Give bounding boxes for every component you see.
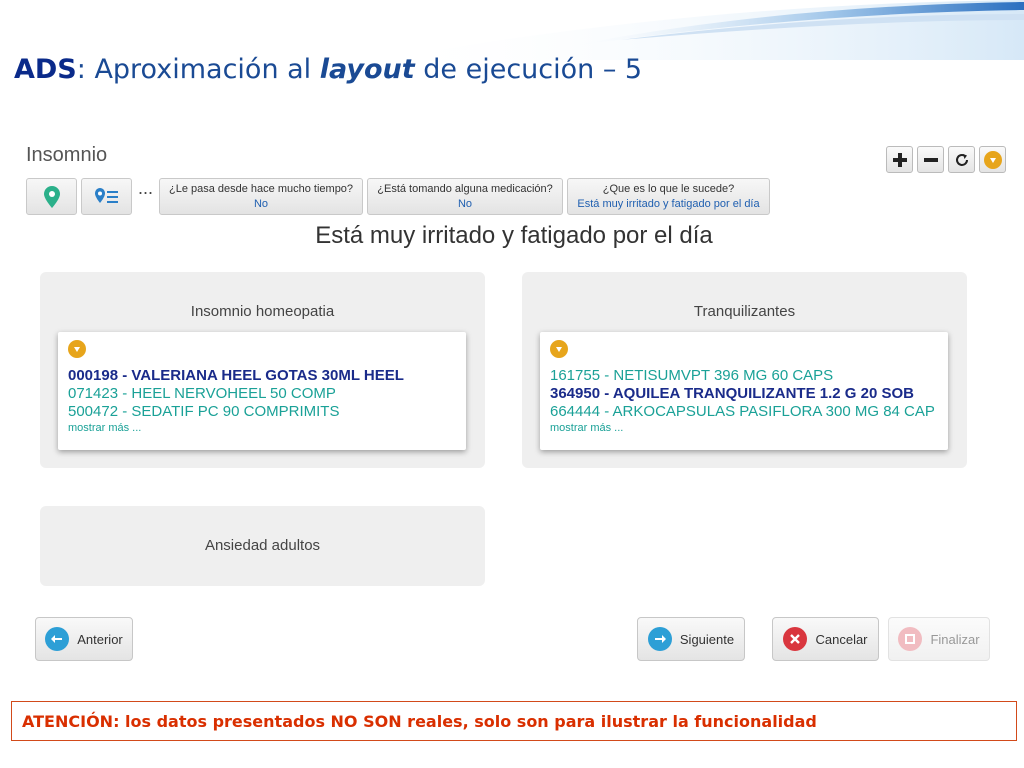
map-pin-list-icon	[94, 187, 118, 203]
product-item[interactable]: 161755 - NETISUMVPT 396 MG 60 CAPS	[550, 367, 938, 385]
previous-button[interactable]: Anterior	[35, 617, 133, 661]
toolbar	[886, 146, 1006, 173]
cancel-button-label: Cancelar	[815, 631, 868, 647]
breadcrumb-step-1[interactable]: ¿Le pasa desde hace mucho tiempo? No	[159, 178, 364, 215]
show-more-link[interactable]: mostrar más ...	[68, 421, 456, 435]
map-pin-icon	[43, 185, 60, 208]
breadcrumb-step-3[interactable]: ¿Que es lo que le sucede? Está muy irrit…	[567, 178, 771, 215]
arrow-left-icon	[45, 627, 70, 651]
breadcrumb-answer: Está muy irritado y fatigado por el día	[577, 197, 760, 210]
breadcrumb-answer: No	[457, 197, 473, 210]
refresh-button[interactable]	[948, 146, 975, 173]
refresh-icon	[955, 153, 968, 166]
card-tranquilizantes[interactable]: Tranquilizantes 161755 - NETISUMVPT 396 …	[522, 272, 967, 468]
current-answer-heading: Está muy irritado y fatigado por el día	[315, 222, 713, 249]
next-button[interactable]: Siguiente	[637, 617, 745, 661]
card-ansiedad-adultos[interactable]: Ansiedad adultos	[40, 506, 485, 586]
zoom-out-button[interactable]	[917, 146, 944, 173]
product-item[interactable]: 000198 - VALERIANA HEEL GOTAS 30ML HEEL	[68, 367, 456, 385]
app-screenshot: Insomnio ... ¿Le pasa desde hace mucho t…	[22, 132, 1006, 680]
location-button[interactable]	[26, 178, 77, 215]
finish-button[interactable]: Finalizar	[888, 617, 990, 661]
slide-title-emphasis: layout	[319, 54, 415, 85]
pill-badge-icon	[550, 340, 568, 358]
disclaimer-warning: ATENCIÓN: los datos presentados NO SON r…	[11, 701, 1017, 741]
header-swoosh-decoration	[380, 0, 1024, 60]
pill-badge-icon	[68, 340, 86, 358]
product-list: 161755 - NETISUMVPT 396 MG 60 CAPS 36495…	[540, 332, 948, 450]
slide-title: ADS: Aproximación al layout de ejecución…	[14, 54, 642, 85]
breadcrumb-question: ¿Que es lo que le sucede?	[602, 182, 735, 195]
previous-button-label: Anterior	[77, 631, 123, 647]
finish-button-label: Finalizar	[930, 631, 980, 647]
card-title: Ansiedad adultos	[204, 537, 321, 554]
zoom-in-button[interactable]	[886, 146, 913, 173]
pill-badge-icon	[983, 150, 1002, 169]
plus-icon	[892, 152, 907, 167]
stop-icon	[898, 627, 923, 651]
show-more-link[interactable]: mostrar más ...	[550, 421, 938, 435]
product-item[interactable]: 664444 - ARKOCAPSULAS PASIFLORA 300 MG 8…	[550, 403, 938, 421]
product-list: 000198 - VALERIANA HEEL GOTAS 30ML HEEL …	[58, 332, 466, 450]
pill-badge-button[interactable]	[979, 146, 1006, 173]
close-icon	[783, 627, 808, 651]
arrow-right-icon	[647, 627, 672, 651]
card-insomnio-homeopatia[interactable]: Insomnio homeopatia 000198 - VALERIANA H…	[40, 272, 485, 468]
slide-title-prefix: ADS	[14, 54, 77, 85]
breadcrumb-question: ¿Le pasa desde hace mucho tiempo?	[168, 182, 354, 195]
product-item[interactable]: 500472 - SEDATIF PC 90 COMPRIMITS	[68, 403, 456, 421]
card-title: Tranquilizantes	[693, 303, 796, 320]
slide-title-mid: : Aproximación al	[76, 54, 320, 85]
app-title: Insomnio	[26, 144, 108, 166]
product-item[interactable]: 364950 - AQUILEA TRANQUILIZANTE 1.2 G 20…	[550, 385, 938, 403]
breadcrumb-question: ¿Está tomando alguna medicación?	[377, 182, 553, 195]
product-item[interactable]: 071423 - HEEL NERVOHEEL 50 COMP	[68, 385, 456, 403]
card-title: Insomnio homeopatia	[190, 303, 335, 320]
breadcrumb-answer: No	[253, 197, 269, 210]
next-button-label: Siguiente	[679, 631, 735, 647]
breadcrumb-ellipsis: ...	[138, 178, 154, 198]
minus-icon	[923, 157, 938, 162]
breadcrumb-step-2[interactable]: ¿Está tomando alguna medicación? No	[367, 178, 564, 215]
location-list-button[interactable]	[81, 178, 132, 215]
question-navigation: ... ¿Le pasa desde hace mucho tiempo? No…	[26, 178, 771, 215]
slide-title-suffix: de ejecución – 5	[414, 54, 643, 85]
cancel-button[interactable]: Cancelar	[772, 617, 879, 661]
